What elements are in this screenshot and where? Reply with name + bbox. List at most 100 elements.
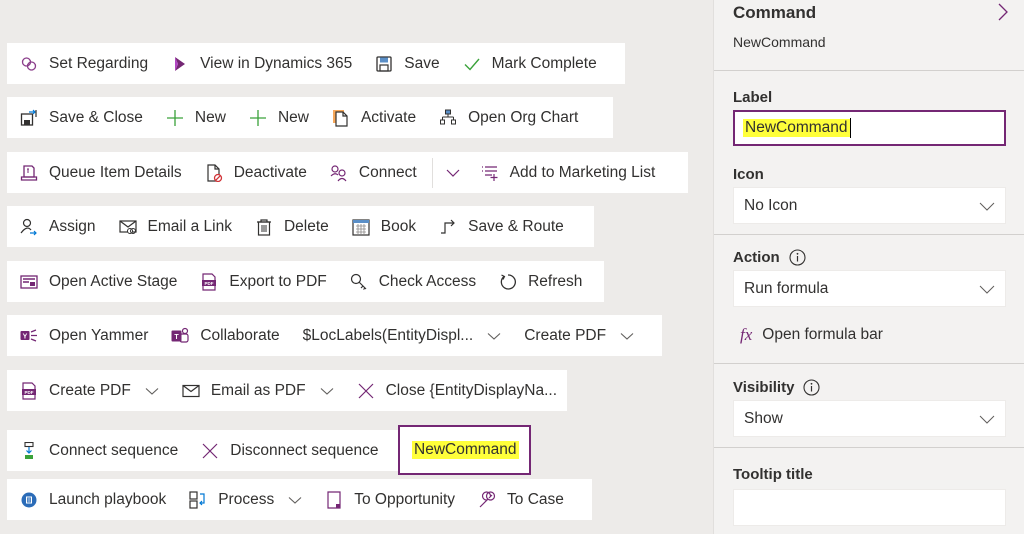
- label-input[interactable]: NewCommand: [733, 110, 1006, 146]
- open-formula-bar-button[interactable]: fx Open formula bar: [733, 325, 1005, 345]
- plus-icon: [249, 109, 267, 127]
- close-icon: [201, 442, 219, 460]
- deactivate-icon: [205, 163, 223, 182]
- create-pdf-dropdown-button[interactable]: Create PDF: [524, 315, 657, 356]
- command-bar-canvas: Set Regarding View in Dynamics 365 Save …: [0, 0, 713, 534]
- activate-button[interactable]: Activate: [332, 97, 439, 138]
- info-icon[interactable]: [789, 249, 806, 266]
- panel-title: Command: [733, 3, 817, 22]
- tooltip-title-field-label: Tooltip title: [733, 466, 813, 483]
- command-bar-row: Y Open Yammer T Collaborate $LocLabels(E…: [7, 315, 662, 356]
- command-bar-row: Launch playbook Process To Opportunity T…: [7, 479, 592, 520]
- plus-icon: [166, 109, 184, 127]
- connect-sequence-icon: [20, 441, 38, 460]
- email-as-pdf-button[interactable]: Email as PDF: [182, 370, 357, 411]
- email-a-link-button[interactable]: Email a Link: [118, 206, 255, 247]
- link-icon: [20, 55, 38, 73]
- to-case-button[interactable]: To Case: [478, 479, 587, 520]
- panel-subtitle: NewCommand: [733, 34, 826, 50]
- yammer-icon: Y: [20, 327, 38, 345]
- command-bar-row: Save & Close New New Activate Open Org C…: [7, 97, 613, 138]
- loclabels-dropdown-button[interactable]: $LocLabels(EntityDispl...: [303, 315, 525, 356]
- delete-button[interactable]: Delete: [255, 206, 352, 247]
- panel-header: Command NewCommand: [714, 0, 1024, 71]
- save-button[interactable]: Save: [375, 43, 462, 84]
- connect-dropdown-chevron[interactable]: [445, 165, 481, 181]
- open-yammer-button[interactable]: Y Open Yammer: [20, 315, 171, 356]
- save-and-route-button[interactable]: Save & Route: [439, 206, 587, 247]
- open-org-chart-button[interactable]: Open Org Chart: [439, 97, 601, 138]
- view-in-dynamics-button[interactable]: View in Dynamics 365: [171, 43, 375, 84]
- activate-icon: [332, 109, 350, 127]
- action-field-label: Action: [733, 249, 1005, 266]
- new-command-button-selected[interactable]: NewCommand: [398, 425, 531, 475]
- create-pdf-button[interactable]: PDF Create PDF: [20, 370, 182, 411]
- collapse-panel-chevron-icon[interactable]: [996, 2, 1010, 22]
- dynamics-icon: [171, 55, 189, 73]
- action-section: Action Run formula fx Open formula bar: [714, 235, 1024, 364]
- visibility-dropdown[interactable]: Show: [733, 400, 1006, 437]
- close-entity-button[interactable]: Close {EntityDisplayNa...: [357, 370, 580, 411]
- mail-icon: [182, 382, 200, 400]
- info-icon[interactable]: [803, 379, 820, 396]
- label-field-label: Label: [733, 89, 773, 106]
- launch-playbook-button[interactable]: Launch playbook: [20, 479, 189, 520]
- checkmark-icon: [463, 55, 481, 73]
- icon-dropdown[interactable]: No Icon: [733, 187, 1006, 224]
- set-regarding-button[interactable]: Set Regarding: [20, 43, 171, 84]
- connect-sequence-button[interactable]: Connect sequence: [20, 430, 201, 471]
- connect-icon: [330, 164, 348, 182]
- label-section: Label NewCommand: [714, 71, 1024, 159]
- command-bar-row: Queue Item Details Deactivate Connect Ad…: [7, 152, 688, 193]
- save-icon: [375, 55, 393, 73]
- email-link-icon: [118, 218, 137, 236]
- command-bar-row: Open Active Stage PDF Export to PDF Chec…: [7, 261, 604, 302]
- chevron-down-icon: [979, 415, 995, 424]
- add-to-marketing-list-button[interactable]: Add to Marketing List: [481, 152, 679, 193]
- tooltip-title-input[interactable]: [733, 489, 1006, 526]
- book-button[interactable]: Book: [352, 206, 439, 247]
- visibility-section: Visibility Show: [714, 364, 1024, 448]
- svg-text:PDF: PDF: [25, 389, 34, 394]
- disconnect-sequence-button[interactable]: Disconnect sequence: [201, 430, 401, 471]
- pdf-icon: PDF: [20, 381, 38, 400]
- mark-complete-button[interactable]: Mark Complete: [463, 43, 620, 84]
- icon-field-label: Icon: [733, 166, 764, 183]
- formula-fx-icon: fx: [740, 325, 753, 344]
- assign-button[interactable]: Assign: [20, 206, 119, 247]
- open-active-stage-button[interactable]: Open Active Stage: [20, 261, 200, 302]
- svg-text:Y: Y: [23, 333, 28, 340]
- chevron-down-icon: [979, 202, 995, 211]
- collaborate-button[interactable]: T Collaborate: [171, 315, 302, 356]
- stage-icon: [20, 273, 38, 291]
- icon-section: Icon No Icon: [714, 159, 1024, 235]
- chevron-down-icon: [288, 493, 302, 507]
- refresh-button[interactable]: Refresh: [499, 261, 605, 302]
- close-icon: [357, 382, 375, 400]
- to-opportunity-button[interactable]: To Opportunity: [325, 479, 478, 520]
- check-access-button[interactable]: Check Access: [350, 261, 499, 302]
- queue-item-details-button[interactable]: Queue Item Details: [20, 152, 205, 193]
- add-list-icon: [481, 164, 499, 182]
- process-button[interactable]: Process: [189, 479, 325, 520]
- wrench-icon: [478, 490, 496, 509]
- command-bar-row: Assign Email a Link Delete Book Save & R…: [7, 206, 594, 247]
- route-icon: [439, 218, 457, 236]
- action-dropdown[interactable]: Run formula: [733, 270, 1006, 307]
- process-icon: [189, 490, 207, 509]
- playbook-icon: [20, 491, 38, 509]
- new-button[interactable]: New: [166, 97, 249, 138]
- new-button-2[interactable]: New: [249, 97, 332, 138]
- teams-icon: T: [171, 327, 189, 345]
- deactivate-button[interactable]: Deactivate: [205, 152, 330, 193]
- command-bar-row: Set Regarding View in Dynamics 365 Save …: [7, 43, 625, 84]
- label-input-value: NewCommand: [743, 119, 850, 137]
- save-close-icon: [20, 109, 38, 127]
- connect-button[interactable]: Connect: [330, 152, 440, 193]
- save-and-close-button[interactable]: Save & Close: [20, 97, 166, 138]
- export-to-pdf-button[interactable]: PDF Export to PDF: [200, 261, 349, 302]
- assign-icon: [20, 218, 38, 236]
- chevron-down-icon: [487, 329, 501, 343]
- chevron-down-icon: [620, 329, 634, 343]
- opportunity-icon: [325, 490, 343, 509]
